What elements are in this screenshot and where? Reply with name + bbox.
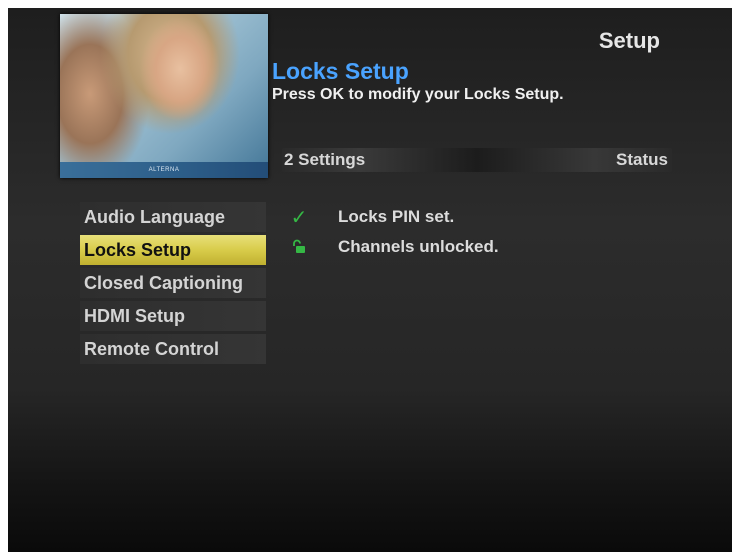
- settings-header-bar: 2 Settings Status: [282, 148, 672, 172]
- status-list: ✓ Locks PIN set. Channels unlocked.: [286, 202, 676, 262]
- status-row: Channels unlocked.: [286, 232, 676, 262]
- section-title: Locks Setup: [272, 58, 409, 84]
- instructions-text: Press OK to modify your Locks Setup.: [272, 86, 564, 103]
- status-text: Locks PIN set.: [338, 207, 455, 226]
- setup-menu: Audio Language Locks Setup Closed Captio…: [80, 202, 266, 367]
- menu-item-audio-language[interactable]: Audio Language: [80, 202, 266, 232]
- menu-item-locks-setup[interactable]: Locks Setup: [80, 235, 266, 265]
- status-column-header: Status: [616, 150, 668, 169]
- unlocked-padlock-icon: [288, 232, 310, 262]
- status-row: ✓ Locks PIN set.: [286, 202, 676, 232]
- status-text: Channels unlocked.: [338, 237, 499, 256]
- menu-item-remote-control[interactable]: Remote Control: [80, 334, 266, 364]
- video-preview-image: [60, 14, 268, 162]
- menu-item-hdmi-setup[interactable]: HDMI Setup: [80, 301, 266, 331]
- video-preview: ALTERNA: [60, 14, 268, 178]
- menu-item-closed-captioning[interactable]: Closed Captioning: [80, 268, 266, 298]
- check-icon: ✓: [290, 205, 308, 229]
- video-preview-caption: ALTERNA: [60, 162, 268, 178]
- page-title: Setup: [598, 28, 660, 53]
- settings-count: 2 Settings: [284, 150, 366, 169]
- tv-screen: ALTERNA Setup Locks Setup Press OK to mo…: [8, 8, 732, 552]
